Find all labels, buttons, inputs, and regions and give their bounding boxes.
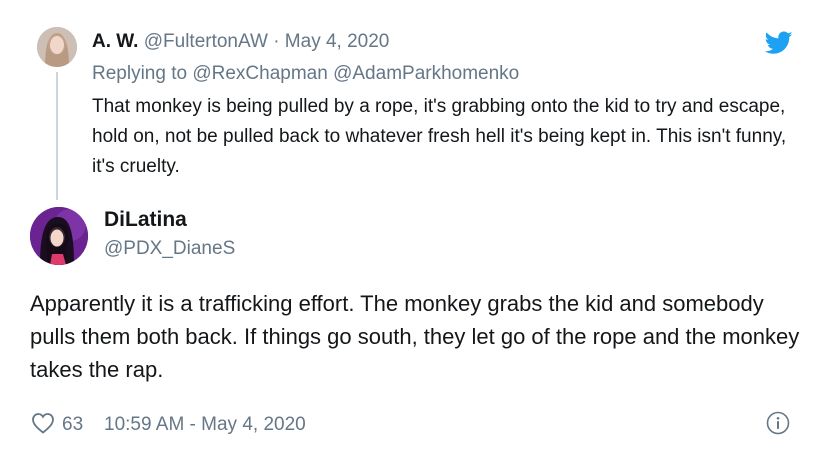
main-avatar[interactable]: [30, 207, 88, 265]
replying-to-line: Replying to @RexChapman @AdamParkhomenko: [92, 63, 519, 85]
like-count: 63: [62, 414, 84, 435]
info-icon[interactable]: [766, 411, 790, 435]
mention-link[interactable]: @AdamParkhomenko: [333, 63, 519, 84]
main-tweet-text: Apparently it is a trafficking effort. T…: [30, 291, 800, 382]
main-author-name[interactable]: DiLatina: [104, 208, 187, 232]
tweet-timestamp[interactable]: 10:59 AM - May 4, 2020: [104, 414, 306, 436]
reply-meta-separator: ·: [273, 31, 280, 52]
main-author-handle[interactable]: @PDX_DianeS: [104, 238, 235, 260]
reply-author-name[interactable]: A. W.: [92, 31, 138, 52]
reply-author-handle[interactable]: @FultertonAW: [144, 31, 268, 52]
reply-date[interactable]: May 4, 2020: [285, 31, 390, 52]
mention-link[interactable]: @RexChapman: [192, 63, 327, 84]
twitter-bird-icon[interactable]: [764, 31, 793, 55]
heart-icon[interactable]: [31, 412, 55, 434]
main-avatar-image: [30, 207, 88, 265]
reply-tweet-text: That monkey is being pulled by a rope, i…: [92, 96, 787, 177]
thread-line: [56, 72, 58, 200]
reply-avatar[interactable]: [37, 27, 77, 67]
reply-avatar-image: [37, 27, 77, 67]
reply-header: A. W. @FultertonAW · May 4, 2020: [92, 31, 389, 53]
replying-to-prefix: Replying to: [92, 63, 188, 84]
